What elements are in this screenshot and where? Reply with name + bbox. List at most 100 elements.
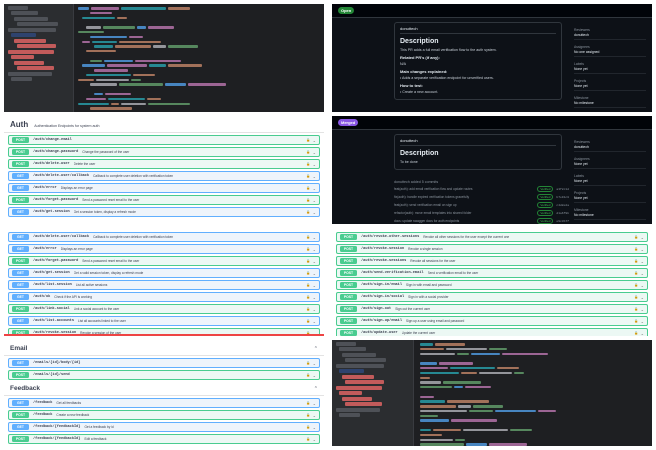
operation-row[interactable]: GET/auth/list-accounts List all accounts … <box>8 316 320 326</box>
lock-icon[interactable]: 🔒 <box>306 361 310 366</box>
tree-item[interactable] <box>11 33 36 37</box>
tree-item[interactable] <box>8 49 54 54</box>
commit-message[interactable]: feat(auth): send verification email on s… <box>394 203 534 207</box>
tree-item[interactable] <box>17 66 54 70</box>
tree-item[interactable] <box>14 38 46 43</box>
tree-item[interactable] <box>336 363 384 368</box>
code-area[interactable] <box>420 342 650 446</box>
tree-item[interactable] <box>342 374 374 379</box>
operation-row[interactable]: GET/emails/{id}/body/{id} 🔒 ⌄ <box>8 358 320 368</box>
chevron-down-icon[interactable]: ⌄ <box>313 174 316 179</box>
operation-row[interactable]: POST/auth/delete-user Delete the user 🔒 ⌄ <box>8 159 320 169</box>
tree-item[interactable] <box>11 77 32 81</box>
chevron-down-icon[interactable]: ⌄ <box>641 295 644 300</box>
operation-row[interactable]: POST/auth/send-verification-email Send a … <box>336 268 648 278</box>
lock-icon[interactable]: 🔒 <box>634 283 638 288</box>
tree-item[interactable] <box>8 71 52 76</box>
lock-icon[interactable]: 🔒 <box>306 373 310 378</box>
operation-row[interactable]: POST/auth/change-email 🔒 ⌄ <box>8 135 320 145</box>
lock-icon[interactable]: 🔒 <box>634 319 638 324</box>
lock-icon[interactable]: 🔒 <box>634 259 638 264</box>
lock-icon[interactable]: 🔒 <box>306 271 310 276</box>
pr-author[interactable]: donuttech <box>400 26 556 34</box>
lock-icon[interactable]: 🔒 <box>634 307 638 312</box>
lock-icon[interactable]: 🔒 <box>306 413 310 418</box>
sidebar-section[interactable]: Projects None yet <box>574 189 646 203</box>
tree-item[interactable] <box>8 5 28 10</box>
chevron-down-icon[interactable]: ⌄ <box>313 198 316 203</box>
sidebar-section[interactable]: Reviewers donuttech <box>574 138 646 152</box>
sidebar-section[interactable]: Assignees None yet <box>574 155 646 169</box>
commit-message[interactable]: fix(auth): handle expired verification t… <box>394 195 534 199</box>
feedback-group-header[interactable]: Feedback ⌃ <box>4 382 324 396</box>
lock-icon[interactable]: 🔒 <box>306 247 310 252</box>
operation-row[interactable]: POST/emails/{id}/send 🔒 ⌄ <box>8 370 320 380</box>
operation-row[interactable]: POST/auth/sign-out Sign out the current u… <box>336 304 648 314</box>
project-tree[interactable] <box>4 4 74 112</box>
sidebar-section[interactable]: Labels None yet <box>574 172 646 186</box>
lock-icon[interactable]: 🔒 <box>306 138 310 143</box>
operation-row[interactable]: POST/auth/forget-password Send a password… <box>8 256 320 266</box>
lock-icon[interactable]: 🔒 <box>306 186 310 191</box>
sidebar-section[interactable]: Labels None yet <box>574 60 646 74</box>
lock-icon[interactable]: 🔒 <box>306 307 310 312</box>
operation-row[interactable]: POST/auth/update-user Update the current … <box>336 328 648 336</box>
chevron-down-icon[interactable]: ⌄ <box>313 401 316 406</box>
email-group-header[interactable]: Email ⌃ <box>4 342 324 356</box>
tree-item[interactable] <box>336 385 382 390</box>
lock-icon[interactable]: 🔒 <box>634 271 638 276</box>
chevron-down-icon[interactable]: ⌄ <box>313 425 316 430</box>
chevron-down-icon[interactable]: ⌄ <box>313 150 316 155</box>
chevron-down-icon[interactable]: ⌄ <box>313 413 316 418</box>
tree-item[interactable] <box>339 413 360 417</box>
chevron-down-icon[interactable]: ⌄ <box>313 283 316 288</box>
tree-item[interactable] <box>342 396 372 401</box>
commit-message[interactable]: refactor(auth): move email templates int… <box>394 211 534 215</box>
operation-row[interactable]: GET/feedback/{feedbackId} Get a feedback … <box>8 422 320 432</box>
tree-item[interactable] <box>345 380 384 384</box>
code-area[interactable] <box>78 6 322 110</box>
chevron-down-icon[interactable]: ⌄ <box>641 247 644 252</box>
lock-icon[interactable]: 🔒 <box>634 295 638 300</box>
lock-icon[interactable]: 🔒 <box>306 210 310 215</box>
tree-item[interactable] <box>345 358 386 362</box>
tree-item[interactable] <box>14 60 44 65</box>
commit-row[interactable]: feat(auth): send verification email on s… <box>394 202 569 208</box>
commit-sha[interactable]: b7e91c0 <box>556 196 569 199</box>
lock-icon[interactable]: 🔒 <box>306 437 310 442</box>
pr-author[interactable]: donuttech <box>400 138 556 146</box>
chevron-down-icon[interactable]: ⌄ <box>641 283 644 288</box>
operation-row[interactable]: GET/auth/get-session Get a valid session … <box>8 268 320 278</box>
sidebar-section[interactable]: Assignees No one assigned <box>574 43 646 57</box>
operation-row[interactable]: GET/auth/delete-user/callback Callback to… <box>8 232 320 242</box>
chevron-down-icon[interactable]: ⌄ <box>313 138 316 143</box>
lock-icon[interactable]: 🔒 <box>306 235 310 240</box>
lock-icon[interactable]: 🔒 <box>634 247 638 252</box>
chevron-down-icon[interactable]: ⌄ <box>641 235 644 240</box>
lock-icon[interactable]: 🔒 <box>634 235 638 240</box>
tree-item[interactable] <box>14 16 48 21</box>
lock-icon[interactable]: 🔒 <box>306 162 310 167</box>
chevron-down-icon[interactable]: ⌄ <box>313 259 316 264</box>
commit-sha[interactable]: c4d8e2a <box>556 204 569 207</box>
chevron-down-icon[interactable]: ⌄ <box>313 210 316 215</box>
operation-row[interactable]: GET/auth/ok Check if the API is working 🔒 ⌄ <box>8 292 320 302</box>
operation-row[interactable]: GET/auth/error Displays an error page 🔒 ⌄ <box>8 244 320 254</box>
sidebar-section[interactable]: Milestone No milestone <box>574 206 646 220</box>
operation-row[interactable]: POST/auth/revoke-sessions Revoke all sess… <box>336 256 648 266</box>
tree-item[interactable] <box>336 341 356 346</box>
operation-row[interactable]: POST/auth/forget-password Send a password… <box>8 195 320 205</box>
chevron-down-icon[interactable]: ⌄ <box>313 295 316 300</box>
lock-icon[interactable]: 🔒 <box>306 319 310 324</box>
commit-row[interactable]: docs: update swagger docs for auth endpo… <box>394 218 569 224</box>
operation-row[interactable]: GET/auth/list-session List all active ses… <box>8 280 320 290</box>
sidebar-section[interactable]: Projects None yet <box>574 77 646 91</box>
commit-row[interactable]: refactor(auth): move email templates int… <box>394 210 569 216</box>
operation-row[interactable]: GET/feedback Get all feedbacks 🔒 ⌄ <box>8 398 320 408</box>
chevron-down-icon[interactable]: ⌄ <box>313 319 316 324</box>
operation-row[interactable]: POST/auth/sign-in/email Sign in with emai… <box>336 280 648 290</box>
commit-sha[interactable]: a3f2c1d <box>556 188 569 191</box>
lock-icon[interactable]: 🔒 <box>306 150 310 155</box>
lock-icon[interactable]: 🔒 <box>306 174 310 179</box>
commit-message[interactable]: docs: update swagger docs for auth endpo… <box>394 219 534 223</box>
